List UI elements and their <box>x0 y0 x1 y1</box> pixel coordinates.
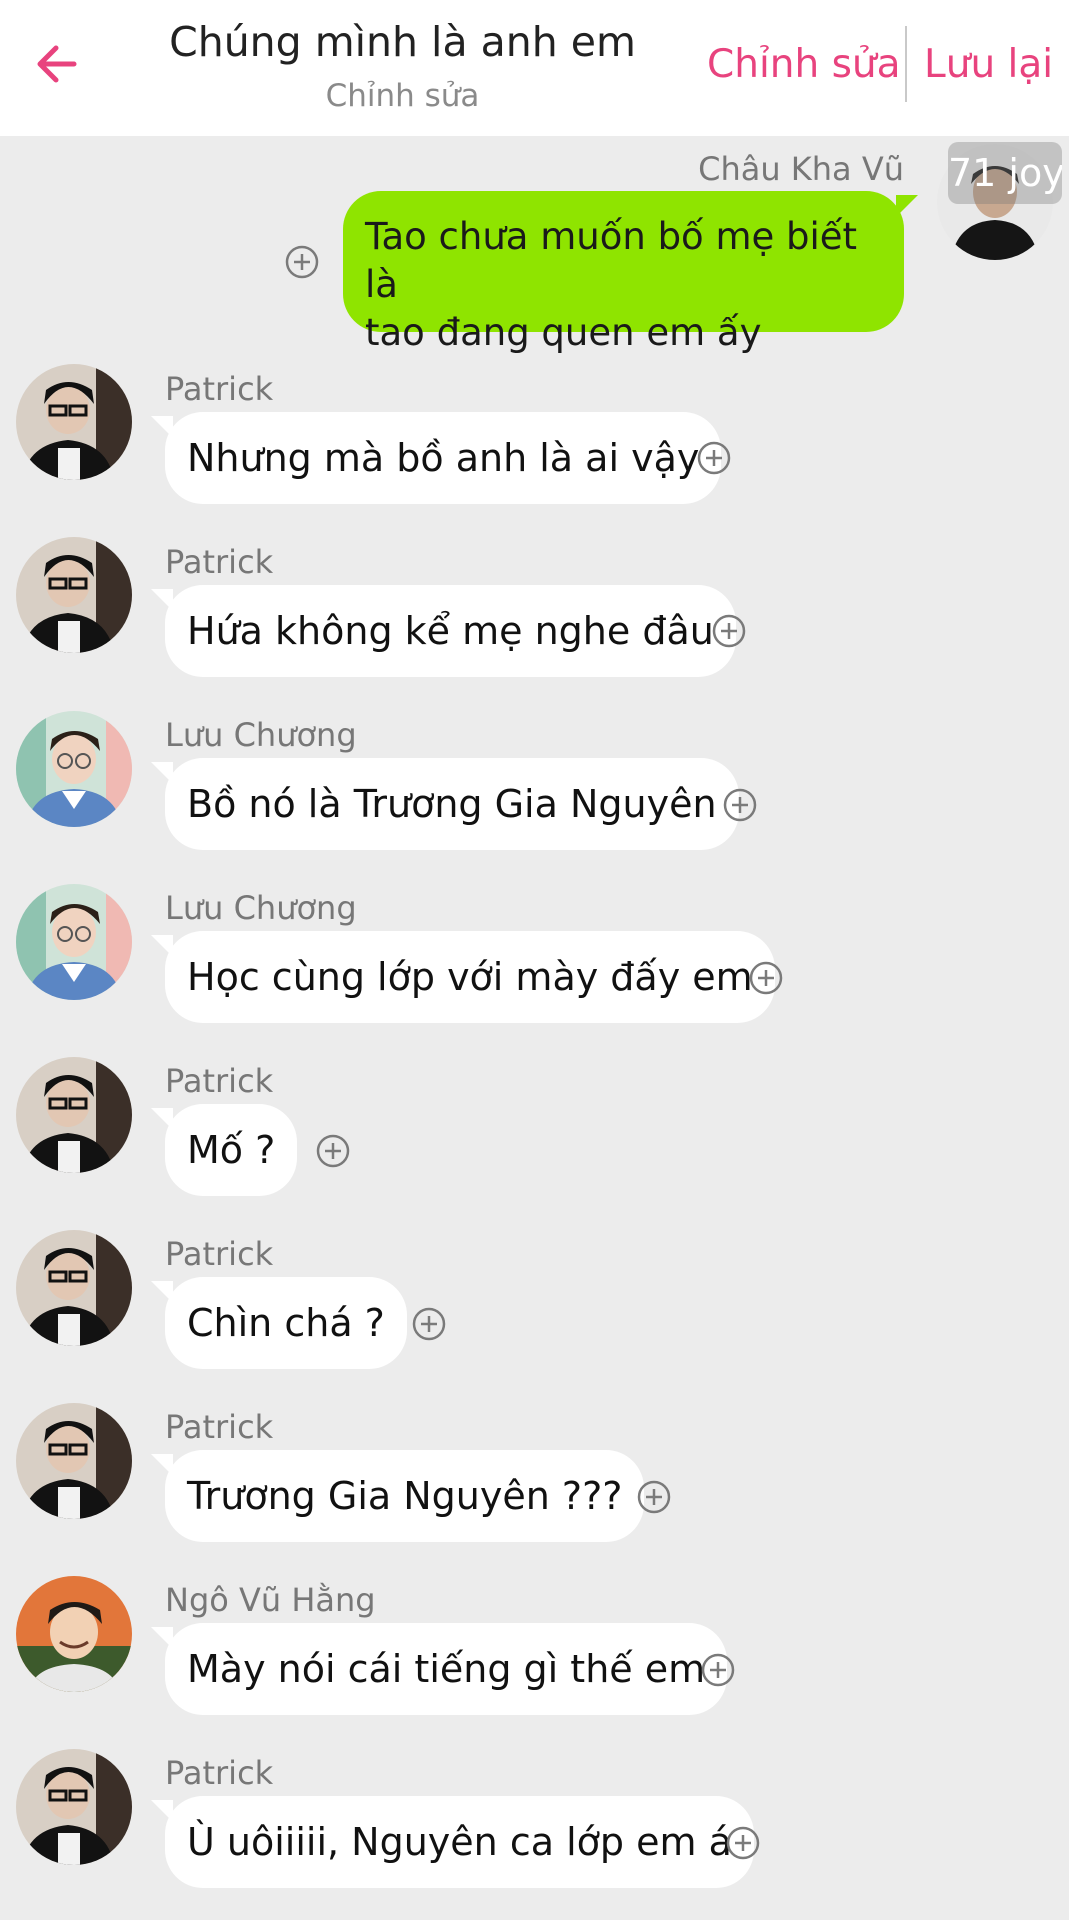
chat-header: Chúng mình là anh em Chỉnh sửa Chỉnh sửa… <box>0 0 1069 136</box>
add-reaction-icon[interactable] <box>284 244 320 280</box>
add-reaction-icon[interactable] <box>315 1133 351 1169</box>
message-sender-name: Patrick <box>165 1235 274 1273</box>
avatar-ngo-vu-hang[interactable] <box>16 1576 132 1692</box>
message-text: Ù uôiiiii, Nguyên ca lớp em á <box>187 1820 732 1864</box>
add-reaction-icon[interactable] <box>636 1479 672 1515</box>
message-text: Học cùng lớp với mày đấy em <box>187 955 753 999</box>
message-bubble[interactable]: Học cùng lớp với mày đấy em <box>151 931 775 1023</box>
edit-button[interactable]: Chỉnh sửa <box>707 42 901 87</box>
outgoing-message-line-2: tao đang quen em ấy <box>365 311 762 354</box>
message-sender-name: Patrick <box>165 1408 274 1446</box>
message-bubble[interactable]: Bồ nó là Trương Gia Nguyên <box>151 758 739 850</box>
back-arrow-icon[interactable] <box>30 36 86 92</box>
message-sender-name: Lưu Chương <box>165 889 357 927</box>
avatar-patrick[interactable] <box>16 1403 132 1519</box>
chat-title: Chúng mình là anh em <box>169 18 636 66</box>
message-sender-name: Patrick <box>165 1754 274 1792</box>
message-sender-name: Patrick <box>165 543 274 581</box>
message-bubble[interactable]: Ù uôiiiii, Nguyên ca lớp em á <box>151 1796 754 1888</box>
message-text: Bồ nó là Trương Gia Nguyên <box>187 782 717 826</box>
add-reaction-icon[interactable] <box>700 1652 736 1688</box>
message-sender-name: Ngô Vũ Hằng <box>165 1581 376 1619</box>
message-text: Mày nói cái tiếng gì thế em <box>187 1647 706 1691</box>
add-reaction-icon[interactable] <box>411 1306 447 1342</box>
avatar-patrick[interactable] <box>16 537 132 653</box>
message-bubble[interactable]: Trương Gia Nguyên ??? <box>151 1450 645 1542</box>
message-text: Trương Gia Nguyên ??? <box>187 1474 623 1518</box>
message-sender-name: Patrick <box>165 370 274 408</box>
message-bubble[interactable]: Mố ? <box>151 1104 298 1196</box>
avatar-patrick[interactable] <box>16 1057 132 1173</box>
add-reaction-icon[interactable] <box>725 1825 761 1861</box>
save-button[interactable]: Lưu lại <box>924 42 1053 87</box>
message-sender-name: Lưu Chương <box>165 716 357 754</box>
outgoing-sender-name: Châu Kha Vũ <box>698 150 904 188</box>
avatar-patrick[interactable] <box>16 1230 132 1346</box>
message-text: Chìn chá ? <box>187 1301 385 1345</box>
add-reaction-icon[interactable] <box>711 613 747 649</box>
avatar-patrick[interactable] <box>16 1749 132 1865</box>
add-reaction-icon[interactable] <box>696 440 732 476</box>
avatar-luu-chuong[interactable] <box>16 884 132 1000</box>
message-text: Hứa không kể mẹ nghe đâu <box>187 609 714 653</box>
outgoing-message-bubble[interactable]: Tao chưa muốn bố mẹ biết là tao đang que… <box>343 191 918 354</box>
message-sender-name: Patrick <box>165 1062 274 1100</box>
message-text: Mố ? <box>187 1128 276 1172</box>
add-reaction-icon[interactable] <box>748 960 784 996</box>
message-bubble[interactable]: Mày nói cái tiếng gì thế em <box>151 1623 728 1715</box>
joy-badge: 71 joy <box>948 142 1062 204</box>
message-bubble[interactable]: Chìn chá ? <box>151 1277 407 1369</box>
message-bubble[interactable]: Nhưng mà bồ anh là ai vậy <box>151 412 722 504</box>
message-bubble[interactable]: Hứa không kể mẹ nghe đâu <box>151 585 736 677</box>
message-text: Nhưng mà bồ anh là ai vậy <box>187 436 700 480</box>
header-divider <box>905 26 907 102</box>
chat-subtitle: Chỉnh sửa <box>325 78 480 114</box>
avatar-patrick[interactable] <box>16 364 132 480</box>
add-reaction-icon[interactable] <box>722 787 758 823</box>
outgoing-message-line-1: Tao chưa muốn bố mẹ biết là <box>365 215 858 306</box>
avatar-luu-chuong[interactable] <box>16 711 132 827</box>
